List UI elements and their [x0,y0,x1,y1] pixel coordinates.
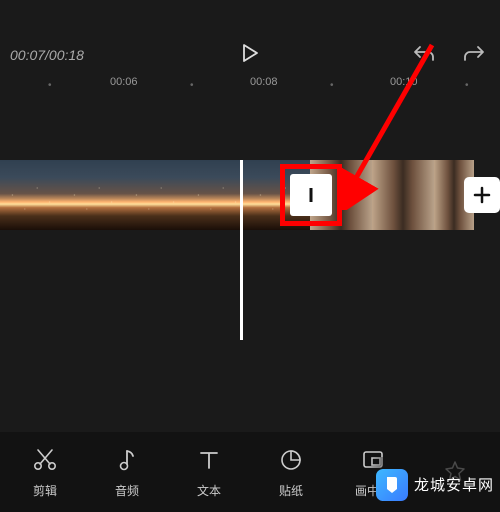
music-note-icon [114,446,140,474]
clip-thumbnail[interactable] [0,160,62,230]
star-icon [442,458,468,486]
time-ruler[interactable]: • 00:06 • 00:08 • 00:10 • [0,70,500,100]
tool-label: 剪辑 [33,482,57,499]
transition-button[interactable] [290,174,332,216]
redo-button[interactable] [458,39,490,72]
undo-button[interactable] [408,39,440,72]
playhead[interactable] [240,160,243,340]
tool-label: 画中画 [355,482,391,499]
time-display: 00:07/00:18 [10,47,84,63]
undo-icon [412,43,436,63]
tool-pip[interactable]: 画中画 [332,446,414,499]
ruler-label: 00:10 [390,76,418,88]
text-icon [196,446,222,474]
tool-text[interactable]: 文本 [168,446,250,499]
clip-thumbnail[interactable] [186,160,248,230]
tool-label: 文本 [197,482,221,499]
plus-icon [472,185,492,205]
scissors-icon [32,446,58,474]
tool-effects[interactable] [414,458,496,486]
tool-label: 音频 [115,482,139,499]
ruler-tick: • [190,80,194,91]
tool-sticker[interactable]: 贴纸 [250,446,332,499]
timeline[interactable] [0,160,500,340]
play-button[interactable] [233,36,267,75]
clip-thumbnail[interactable] [62,160,124,230]
play-icon [239,42,261,64]
ruler-tick: • [330,80,334,91]
ruler-tick: • [48,80,52,91]
clip-thumbnail[interactable] [372,160,434,230]
tool-audio[interactable]: 音频 [86,446,168,499]
clip-thumbnail[interactable] [124,160,186,230]
redo-icon [462,43,486,63]
ruler-label: 00:08 [250,76,278,88]
transition-icon [302,186,320,204]
pip-icon [360,446,386,474]
ruler-tick: • [465,80,469,91]
tool-cut[interactable]: 剪辑 [4,446,86,499]
add-clip-button[interactable] [464,177,500,213]
tool-label: 贴纸 [279,482,303,499]
ruler-label: 00:06 [110,76,138,88]
bottom-toolbar: 剪辑 音频 文本 贴纸 [0,432,500,512]
sticker-icon [278,446,304,474]
